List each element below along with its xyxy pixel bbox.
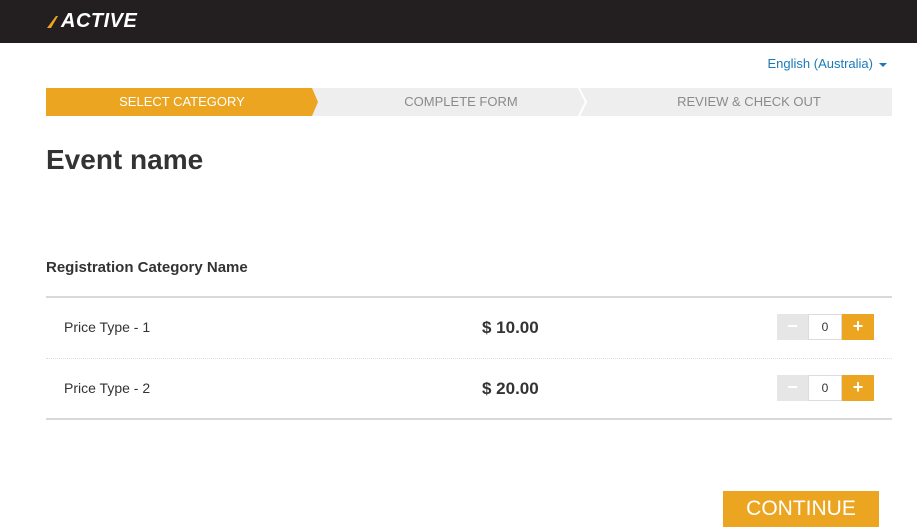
increase-quantity-button[interactable]: +	[842, 375, 874, 401]
quantity-stepper: − 0 +	[777, 375, 874, 401]
caret-down-icon	[879, 62, 887, 67]
logo-text: ACTIVE	[61, 9, 138, 32]
price-type-table: Price Type - 1 $ 10.00 − 0 + Price Type …	[46, 296, 892, 420]
table-row: Price Type - 1 $ 10.00 − 0 +	[46, 298, 892, 358]
swoosh-icon	[46, 10, 60, 32]
decrease-quantity-button[interactable]: −	[777, 375, 808, 401]
step-review-checkout: REVIEW & CHECK OUT	[677, 94, 821, 109]
progress-steps: SELECT CATEGORY COMPLETE FORM REVIEW & C…	[46, 88, 892, 116]
language-selector[interactable]: English (Australia)	[767, 56, 887, 71]
price-amount: $ 20.00	[482, 379, 539, 398]
step-select-category: SELECT CATEGORY	[119, 94, 245, 109]
continue-button[interactable]: CONTINUE	[723, 491, 879, 527]
quantity-input[interactable]: 0	[808, 314, 842, 340]
table-row: Price Type - 2 $ 20.00 − 0 +	[46, 358, 892, 418]
price-type-name: Price Type - 1	[64, 319, 151, 335]
price-type-name: Price Type - 2	[64, 380, 151, 396]
active-logo[interactable]: ACTIVE	[46, 8, 137, 34]
top-navigation-bar: ACTIVE	[0, 0, 917, 43]
language-label: English (Australia)	[767, 56, 874, 71]
quantity-input[interactable]: 0	[808, 375, 842, 401]
price-amount: $ 10.00	[482, 318, 539, 337]
decrease-quantity-button[interactable]: −	[777, 314, 808, 340]
event-title: Event name	[46, 144, 204, 175]
quantity-stepper: − 0 +	[777, 314, 874, 340]
increase-quantity-button[interactable]: +	[842, 314, 874, 340]
registration-category-title: Registration Category Name	[46, 259, 248, 276]
step-complete-form: COMPLETE FORM	[404, 94, 518, 109]
